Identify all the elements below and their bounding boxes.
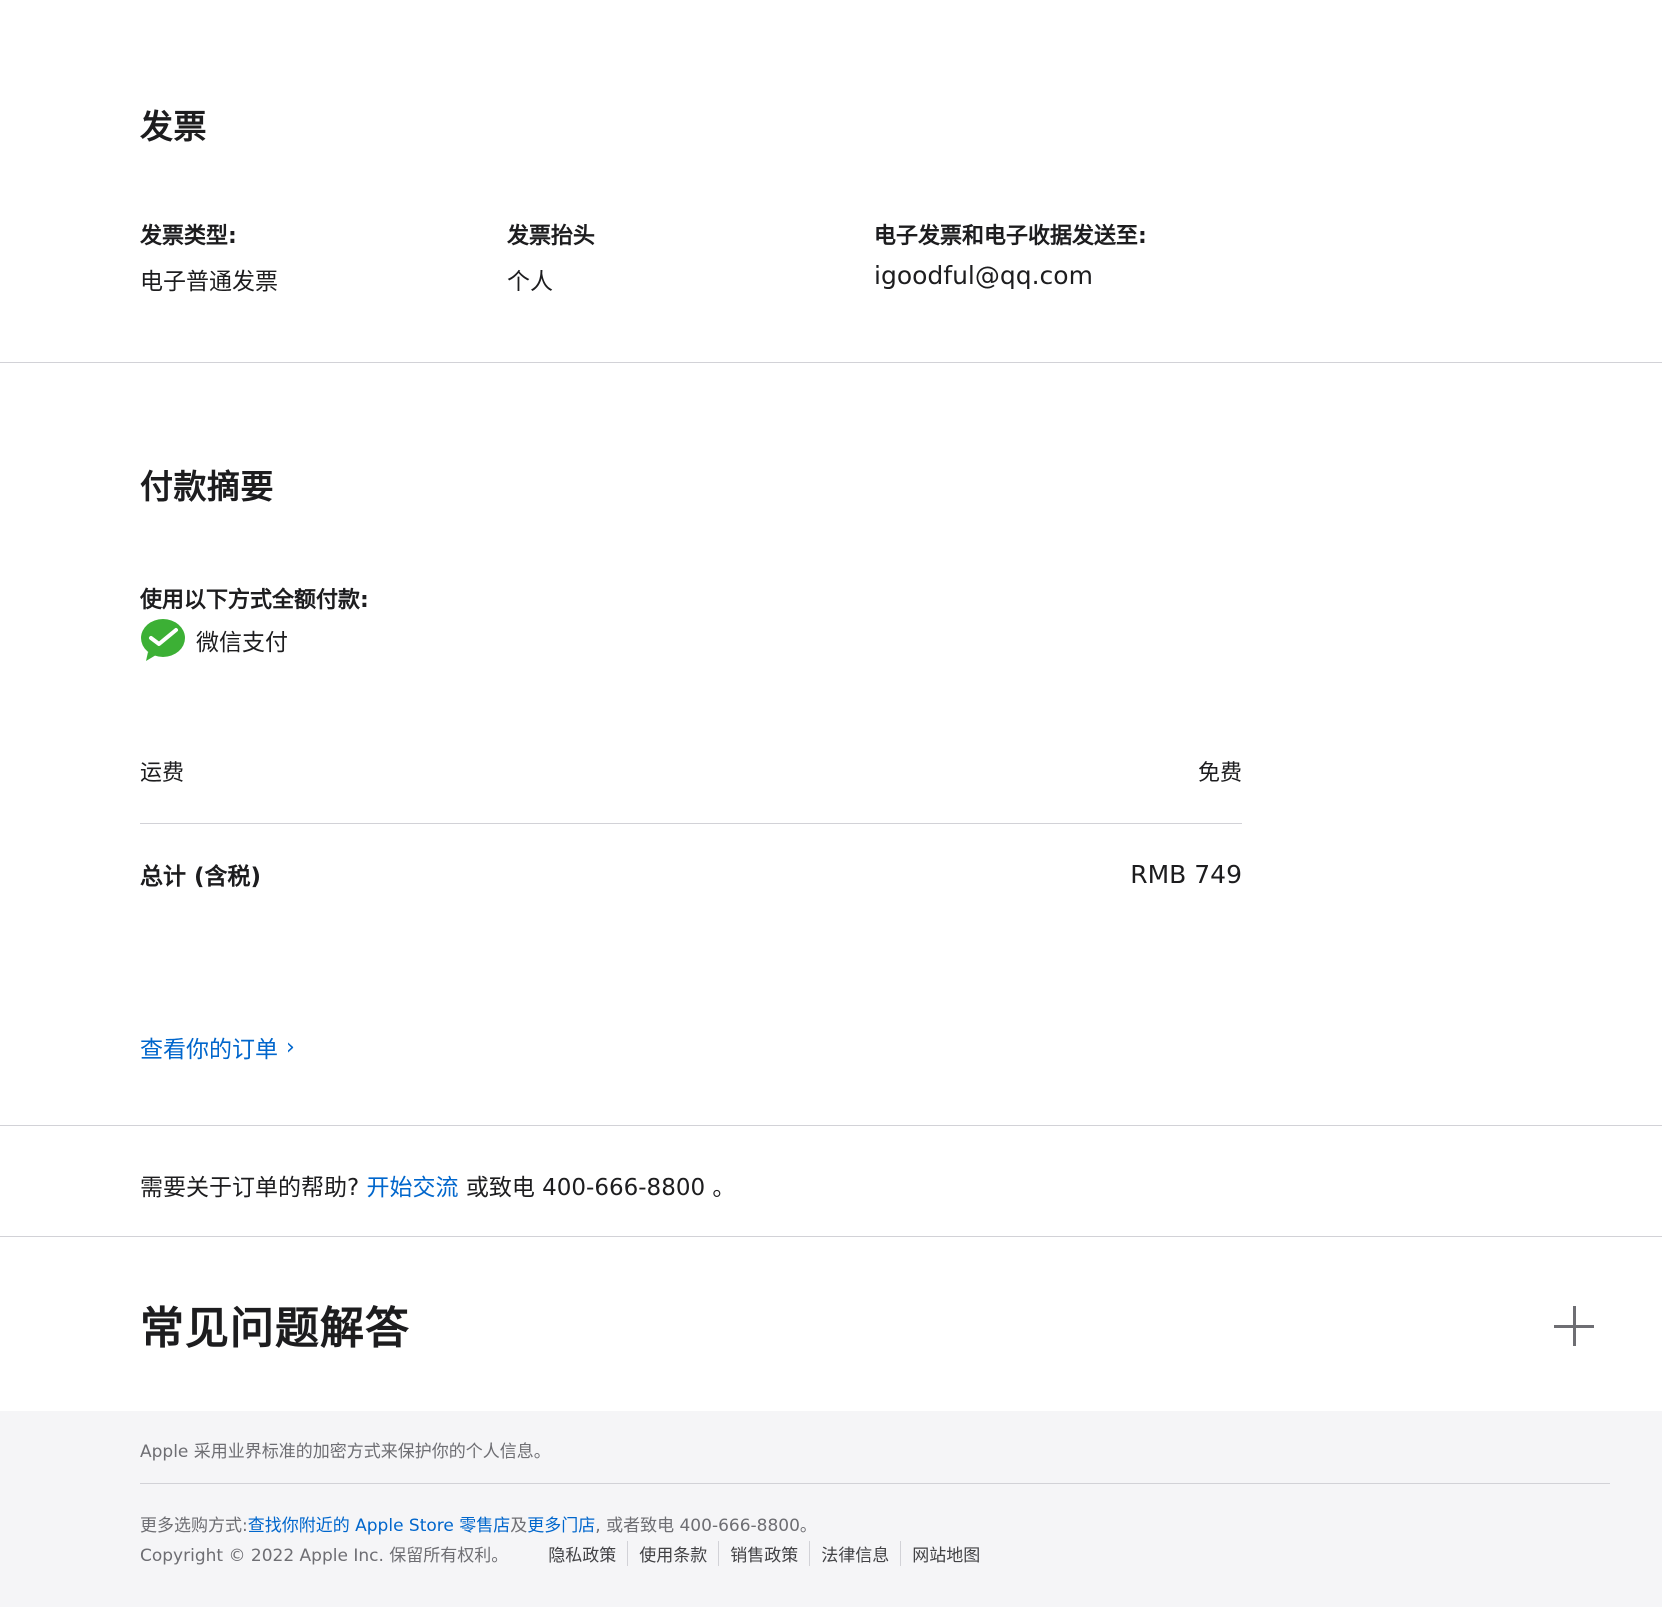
more-options-prefix: 更多选购方式:: [140, 1516, 248, 1536]
invoice-title: 发票: [140, 107, 207, 146]
shipping-label: 运费: [140, 761, 185, 786]
footer-links: 隐私政策 使用条款 销售政策 法律信息 网站地图: [548, 1541, 991, 1566]
help-bar: 需要关于订单的帮助? 开始交流 或致电 400-666-8800 。: [0, 1125, 1662, 1237]
find-store-link[interactable]: 查找你附近的 Apple Store 零售店: [248, 1516, 511, 1536]
wechat-pay-label: 微信支付: [196, 630, 288, 656]
total-row: 总计 (含税) RMB 749: [140, 844, 1242, 904]
invoice-section: 发票 发票类型: 电子普通发票 发票抬头 个人 电子发票和电子收据发送至: ig…: [0, 0, 1662, 363]
chevron-right-icon: ›: [286, 1034, 295, 1060]
footer-link-privacy[interactable]: 隐私政策: [548, 1541, 627, 1566]
total-value: RMB 749: [1130, 859, 1242, 889]
footer-link-sitemap[interactable]: 网站地图: [900, 1541, 991, 1566]
wechat-pay-icon: [140, 618, 186, 662]
footer-security-note: Apple 采用业界标准的加密方式来保护你的个人信息。: [140, 1442, 551, 1462]
faq-title: 常见问题解答: [140, 1303, 410, 1354]
footer-link-legal[interactable]: 法律信息: [809, 1541, 900, 1566]
invoice-type-label: 发票类型:: [140, 224, 237, 249]
copyright: Copyright © 2022 Apple Inc. 保留所有权利。: [140, 1546, 509, 1566]
footer-link-sales-policy[interactable]: 销售政策: [718, 1541, 809, 1566]
plus-icon[interactable]: [1552, 1304, 1596, 1348]
invoice-email-label: 电子发票和电子收据发送至:: [874, 224, 1147, 249]
invoice-type-value: 电子普通发票: [140, 269, 278, 295]
invoice-header-value: 个人: [507, 269, 553, 295]
total-label: 总计 (含税): [140, 864, 262, 890]
payment-summary-title: 付款摘要: [140, 467, 274, 506]
invoice-header-label: 发票抬头: [507, 224, 596, 249]
payment-method-label: 使用以下方式全额付款:: [140, 588, 369, 613]
payment-summary-table: 运费 免费 总计 (含税) RMB 749: [140, 755, 1242, 904]
footer-more-options: 更多选购方式:查找你附近的 Apple Store 零售店及更多门店, 或者致电…: [140, 1511, 817, 1536]
help-suffix: 。: [712, 1175, 736, 1201]
more-options-call: , 或者致电 400-666-8800。: [595, 1516, 817, 1536]
help-phone: 400-666-8800: [542, 1175, 706, 1201]
footer-divider: [140, 1483, 1610, 1484]
start-chat-link[interactable]: 开始交流: [367, 1175, 459, 1201]
payment-method: 微信支付: [140, 618, 288, 662]
shipping-row: 运费 免费: [140, 755, 1242, 824]
help-prefix: 需要关于订单的帮助?: [140, 1175, 360, 1201]
invoice-email-value: igoodful@qq.com: [874, 261, 1093, 290]
shipping-value: 免费: [1197, 761, 1242, 786]
view-order-label: 查看你的订单: [140, 1037, 278, 1063]
help-text: 需要关于订单的帮助? 开始交流 或致电 400-666-8800 。: [140, 1168, 735, 1202]
help-middle: 或致电: [465, 1175, 535, 1201]
footer-link-terms[interactable]: 使用条款: [627, 1541, 718, 1566]
footer: Apple 采用业界标准的加密方式来保护你的个人信息。 更多选购方式:查找你附近…: [0, 1411, 1662, 1607]
more-stores-link[interactable]: 更多门店: [527, 1516, 595, 1536]
view-order-link[interactable]: 查看你的订单 ›: [140, 1030, 295, 1064]
more-options-and: 及: [510, 1516, 528, 1536]
footer-legal-row: Copyright © 2022 Apple Inc. 保留所有权利。 隐私政策…: [140, 1541, 991, 1566]
